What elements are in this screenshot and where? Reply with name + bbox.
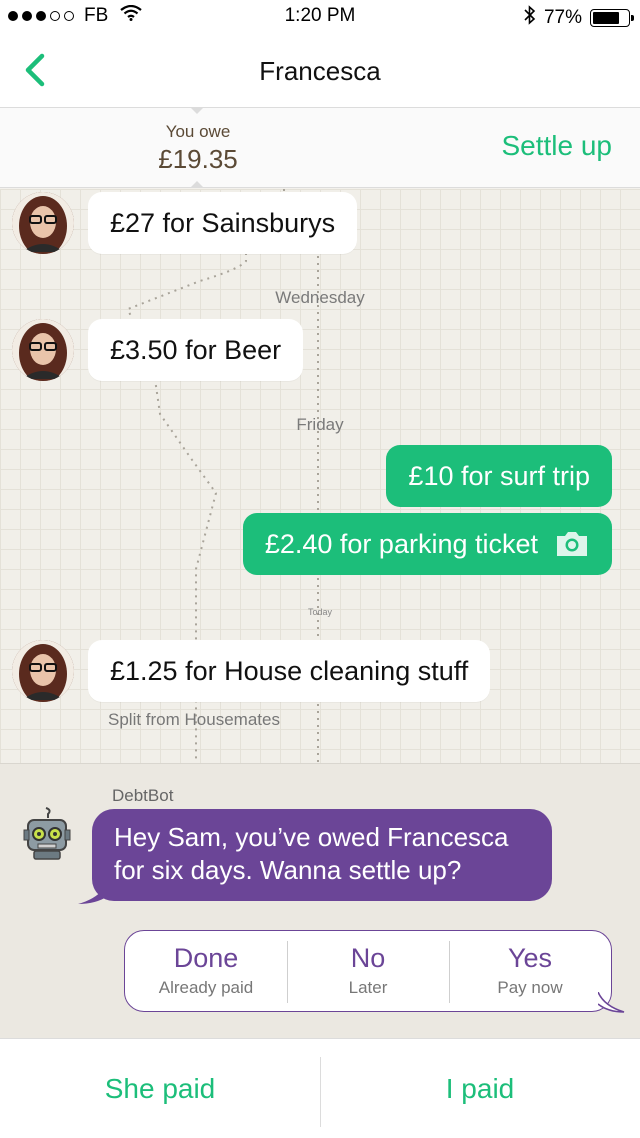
bot-options: Done Already paid No Later Yes Pay now [124, 930, 612, 1012]
option-no-button[interactable]: No Later [287, 931, 449, 1011]
balance-label: You owe [165, 122, 231, 141]
camera-icon[interactable] [554, 530, 590, 558]
option-sublabel: Pay now [497, 978, 563, 997]
option-label: Yes [507, 943, 553, 973]
bubble-tail [78, 882, 108, 904]
battery-icon [590, 9, 634, 27]
status-bar: FB 1:20 PM 77% [0, 0, 640, 34]
i-paid-button[interactable]: I paid [320, 1039, 640, 1138]
she-paid-button[interactable]: She paid [0, 1039, 320, 1138]
message-bubble[interactable]: £27 for Sainsburys [88, 192, 358, 254]
balance-amount: £19.35 [158, 144, 238, 174]
message-bubble[interactable]: £10 for surf trip [386, 445, 612, 507]
message-bubble[interactable]: £3.50 for Beer [88, 319, 304, 381]
bot-message-bubble: Hey Sam, you’ve owed Francesca for six d… [92, 809, 552, 901]
settle-up-button[interactable]: Settle up [501, 130, 612, 162]
day-label: Today [307, 607, 333, 617]
battery-level [593, 12, 620, 24]
option-label: No [350, 943, 386, 973]
page-title: Francesca [259, 56, 381, 86]
bot-name: DebtBot [112, 786, 174, 805]
nav-bar: Francesca [0, 34, 640, 108]
bubble-tail [598, 992, 625, 1013]
pointer-notch [190, 107, 204, 114]
message-text: £2.40 for parking ticket [264, 528, 538, 559]
robot-icon [22, 804, 72, 864]
action-bar: She paid I paid [0, 1038, 640, 1138]
option-done-button[interactable]: Done Already paid [125, 931, 287, 1011]
avatar [12, 319, 74, 381]
option-yes-button[interactable]: Yes Pay now [449, 931, 611, 1011]
split-note: Split from Housemates [108, 710, 280, 729]
message-bubble[interactable]: £1.25 for House cleaning stuff [88, 640, 491, 702]
balance-summary: You owe £19.35 [120, 122, 276, 175]
pointer-notch [190, 181, 204, 188]
option-sublabel: Later [348, 978, 388, 997]
avatar [12, 640, 74, 702]
option-sublabel: Already paid [158, 978, 254, 997]
option-label: Done [173, 943, 239, 973]
conversation-area[interactable]: £27 for Sainsburys Wednesday £3.50 for B… [0, 189, 640, 763]
battery-percent: 77% [543, 7, 582, 28]
day-label: Wednesday [275, 288, 365, 307]
bot-panel: DebtBot Hey Sam, you’ve owed Francesca f… [0, 763, 640, 1038]
balance-bar: You owe £19.35 Settle up [0, 107, 640, 188]
bluetooth-icon [524, 5, 536, 31]
day-label: Friday [296, 415, 344, 434]
avatar [12, 192, 74, 254]
message-bubble[interactable]: £2.40 for parking ticket [242, 513, 612, 575]
